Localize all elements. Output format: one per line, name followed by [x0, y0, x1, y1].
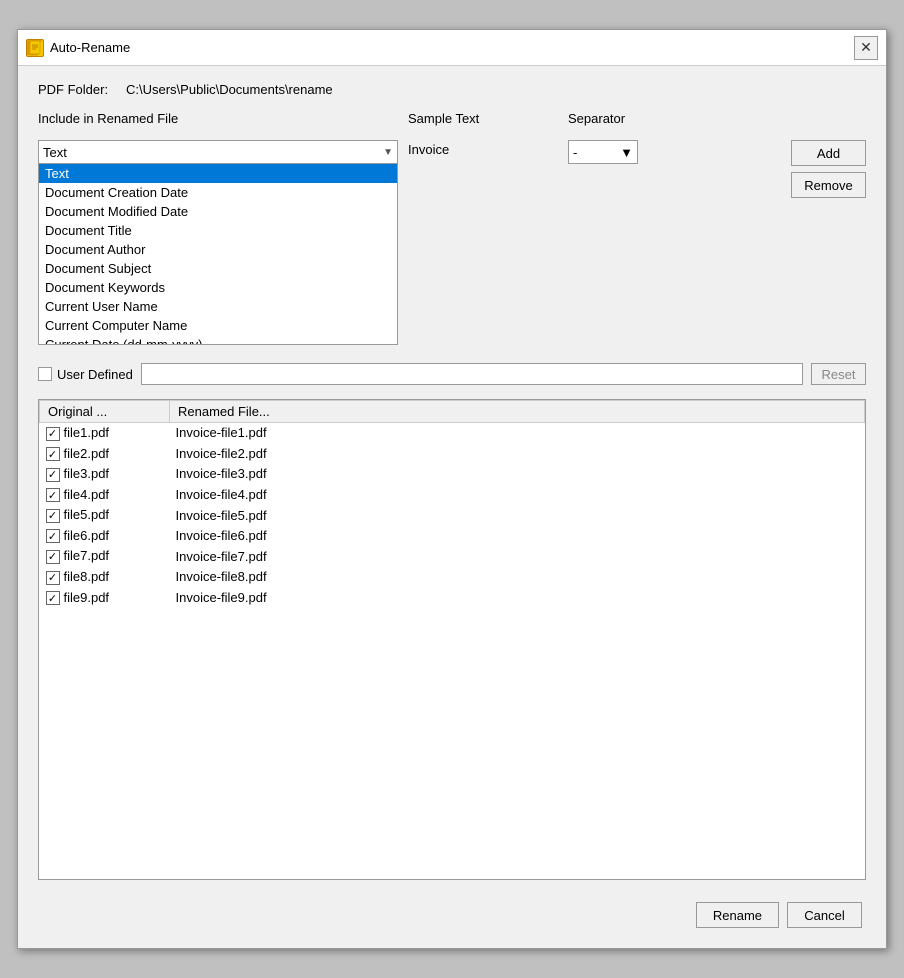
dropdown-selected-text: Text	[43, 145, 67, 160]
file-original-cell[interactable]: file8.pdf	[40, 566, 170, 587]
dropdown-item[interactable]: Document Keywords	[39, 278, 397, 297]
user-defined-row: User Defined Reset	[38, 363, 866, 385]
dropdown-item[interactable]: Current Date (dd-mm-yyyy)	[39, 335, 397, 344]
cancel-button[interactable]: Cancel	[787, 902, 862, 928]
include-dropdown-list: TextDocument Creation DateDocument Modif…	[38, 164, 398, 345]
original-filename: file6.pdf	[64, 528, 110, 543]
sample-label: Sample Text	[408, 111, 568, 126]
original-filename: file8.pdf	[64, 569, 110, 584]
separator-value: -	[573, 145, 577, 160]
include-label: Include in Renamed File	[38, 111, 408, 126]
dropdown-item[interactable]: Document Title	[39, 221, 397, 240]
table-row[interactable]: file4.pdf Invoice-file4.pdf	[40, 484, 865, 505]
file-renamed-cell: Invoice-file8.pdf	[170, 566, 865, 587]
sample-value-col: Invoice	[408, 140, 558, 157]
separator-label: Separator	[568, 111, 625, 126]
reset-button[interactable]: Reset	[811, 363, 866, 385]
dropdown-item[interactable]: Document Creation Date	[39, 183, 397, 202]
file-renamed-cell: Invoice-file3.pdf	[170, 464, 865, 485]
original-filename: file7.pdf	[64, 548, 110, 563]
rename-button[interactable]: Rename	[696, 902, 779, 928]
file-renamed-cell: Invoice-file9.pdf	[170, 587, 865, 608]
table-row[interactable]: file2.pdf Invoice-file2.pdf	[40, 443, 865, 464]
file-original-cell[interactable]: file4.pdf	[40, 484, 170, 505]
file-original-cell[interactable]: file3.pdf	[40, 464, 170, 485]
dropdown-list-inner[interactable]: TextDocument Creation DateDocument Modif…	[39, 164, 397, 344]
table-row[interactable]: file5.pdf Invoice-file5.pdf	[40, 505, 865, 526]
user-defined-label[interactable]: User Defined	[38, 367, 133, 382]
pdf-folder-path: C:\Users\Public\Documents\rename	[126, 82, 333, 97]
table-row[interactable]: file8.pdf Invoice-file8.pdf	[40, 566, 865, 587]
file-checkbox[interactable]	[46, 529, 60, 543]
table-row[interactable]: file6.pdf Invoice-file6.pdf	[40, 525, 865, 546]
separator-arrow-icon: ▼	[620, 145, 633, 160]
original-filename: file3.pdf	[64, 466, 110, 481]
file-renamed-cell: Invoice-file7.pdf	[170, 546, 865, 567]
dropdown-arrow-icon: ▼	[383, 147, 393, 158]
file-original-cell[interactable]: file1.pdf	[40, 423, 170, 444]
col-header-original[interactable]: Original ...	[40, 401, 170, 423]
file-checkbox[interactable]	[46, 591, 60, 605]
app-icon	[26, 39, 44, 57]
window-title: Auto-Rename	[50, 40, 130, 55]
file-original-cell[interactable]: file9.pdf	[40, 587, 170, 608]
sample-text-value: Invoice	[408, 142, 449, 157]
file-renamed-cell: Invoice-file6.pdf	[170, 525, 865, 546]
separator-col: - ▼	[568, 140, 638, 164]
file-checkbox[interactable]	[46, 571, 60, 585]
file-checkbox[interactable]	[46, 468, 60, 482]
table-header-row: Original ... Renamed File...	[40, 401, 865, 423]
dropdown-item[interactable]: Document Modified Date	[39, 202, 397, 221]
file-checkbox[interactable]	[46, 509, 60, 523]
table-row[interactable]: file7.pdf Invoice-file7.pdf	[40, 546, 865, 567]
col-header-renamed[interactable]: Renamed File...	[170, 401, 865, 423]
original-filename: file2.pdf	[64, 446, 110, 461]
action-buttons-col: Add Remove	[791, 140, 866, 198]
dropdown-item[interactable]: Text	[39, 164, 397, 183]
title-bar: Auto-Rename ✕	[18, 30, 886, 66]
dropdown-item[interactable]: Current Computer Name	[39, 316, 397, 335]
file-checkbox[interactable]	[46, 447, 60, 461]
title-bar-left: Auto-Rename	[26, 39, 130, 57]
dialog-content: PDF Folder: C:\Users\Public\Documents\re…	[18, 66, 886, 948]
add-button[interactable]: Add	[791, 140, 866, 166]
file-table-container: Original ... Renamed File... file1.pdf In…	[38, 399, 866, 880]
include-header-row: Include in Renamed File Sample Text Sepa…	[38, 111, 866, 126]
file-checkbox[interactable]	[46, 550, 60, 564]
user-defined-checkbox[interactable]	[38, 367, 52, 381]
include-controls-row: Text ▼ TextDocument Creation DateDocumen…	[38, 140, 866, 345]
table-row[interactable]: file1.pdf Invoice-file1.pdf	[40, 423, 865, 444]
file-checkbox[interactable]	[46, 488, 60, 502]
table-row[interactable]: file3.pdf Invoice-file3.pdf	[40, 464, 865, 485]
file-renamed-cell: Invoice-file1.pdf	[170, 423, 865, 444]
dropdown-item[interactable]: Document Subject	[39, 259, 397, 278]
bottom-buttons: Rename Cancel	[38, 894, 866, 932]
file-original-cell[interactable]: file5.pdf	[40, 505, 170, 526]
original-filename: file4.pdf	[64, 487, 110, 502]
original-filename: file9.pdf	[64, 590, 110, 605]
user-defined-text: User Defined	[57, 367, 133, 382]
file-renamed-cell: Invoice-file4.pdf	[170, 484, 865, 505]
include-dropdown-container: Text ▼ TextDocument Creation DateDocumen…	[38, 140, 398, 345]
file-original-cell[interactable]: file6.pdf	[40, 525, 170, 546]
file-table: Original ... Renamed File... file1.pdf In…	[39, 400, 865, 608]
separator-select[interactable]: - ▼	[568, 140, 638, 164]
file-original-cell[interactable]: file7.pdf	[40, 546, 170, 567]
dropdown-item[interactable]: Current User Name	[39, 297, 397, 316]
file-original-cell[interactable]: file2.pdf	[40, 443, 170, 464]
user-defined-input[interactable]	[141, 363, 803, 385]
file-renamed-cell: Invoice-file2.pdf	[170, 443, 865, 464]
file-checkbox[interactable]	[46, 427, 60, 441]
include-dropdown-selected[interactable]: Text ▼	[38, 140, 398, 164]
original-filename: file5.pdf	[64, 507, 110, 522]
table-row[interactable]: file9.pdf Invoice-file9.pdf	[40, 587, 865, 608]
pdf-folder-row: PDF Folder: C:\Users\Public\Documents\re…	[38, 82, 866, 97]
file-renamed-cell: Invoice-file5.pdf	[170, 505, 865, 526]
remove-button[interactable]: Remove	[791, 172, 866, 198]
main-window: Auto-Rename ✕ PDF Folder: C:\Users\Publi…	[17, 29, 887, 949]
dropdown-item[interactable]: Document Author	[39, 240, 397, 259]
pdf-folder-label: PDF Folder:	[38, 82, 118, 97]
close-button[interactable]: ✕	[854, 36, 878, 60]
original-filename: file1.pdf	[64, 425, 110, 440]
